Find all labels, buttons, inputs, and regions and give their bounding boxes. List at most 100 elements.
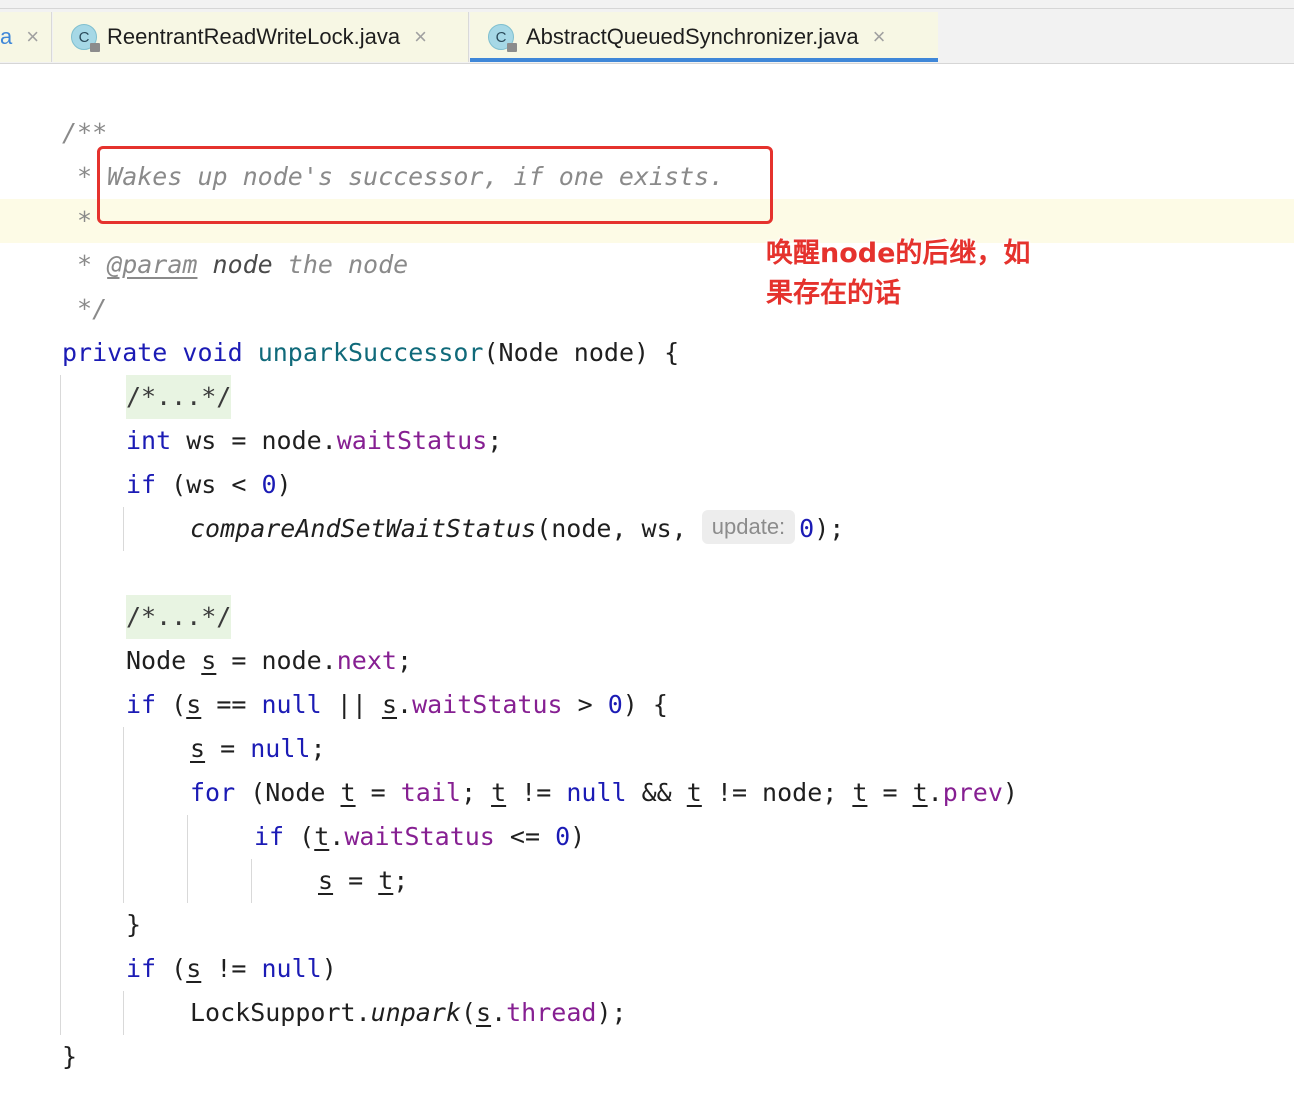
code-text: != node;: [701, 778, 853, 807]
field: waitStatus: [344, 822, 495, 851]
field: tail: [400, 778, 461, 807]
code-text: LockSupport.: [190, 998, 371, 1027]
tab-label: AbstractQueuedSynchronizer.java: [526, 24, 859, 49]
code-text: ): [276, 470, 292, 499]
code-text: ==: [201, 690, 262, 719]
active-tab-indicator: [470, 58, 938, 62]
code-line-unpark: LockSupport.unpark(s.thread);: [190, 991, 627, 1035]
method-name: unparkSuccessor: [257, 338, 484, 367]
tab-bar-top-divider: [0, 8, 1294, 9]
variable: t: [686, 778, 702, 807]
keyword: if: [126, 470, 157, 499]
variable: t: [912, 778, 928, 807]
indent-guide: [123, 727, 124, 903]
close-icon[interactable]: ×: [26, 24, 39, 50]
code-line-if-s-not-null: if (s != null): [126, 947, 337, 991]
class-icon-letter: C: [78, 28, 90, 46]
field: waitStatus: [336, 426, 488, 455]
code-text: &&: [626, 778, 687, 807]
method-call: unpark: [370, 998, 461, 1027]
lock-icon: [507, 43, 517, 52]
code-text: =: [205, 734, 251, 763]
code-text: =: [333, 866, 379, 895]
folded-comment-line: /*...*/: [126, 595, 232, 639]
code-line-s-t: s = t;: [318, 859, 408, 903]
code-text: ;: [393, 866, 409, 895]
javadoc-blank-line: *: [62, 206, 93, 235]
code-text: (node, ws,: [536, 514, 702, 543]
code-line-if-t: if (t.waitStatus <= 0): [254, 815, 585, 859]
method-call: compareAndSetWaitStatus: [190, 514, 537, 543]
code-text: );: [596, 998, 627, 1027]
code-text: ;: [310, 734, 326, 763]
java-class-icon: C: [488, 24, 517, 52]
lock-icon: [90, 43, 100, 52]
code-text: <=: [494, 822, 556, 851]
close-icon[interactable]: ×: [873, 24, 886, 50]
code-text: ) {: [622, 690, 668, 719]
number-literal: 0: [607, 690, 623, 719]
keyword: if: [254, 822, 285, 851]
tab-partial[interactable]: a ×: [0, 12, 52, 62]
keyword: null: [250, 734, 311, 763]
tab-abstract-queued-synchronizer[interactable]: C AbstractQueuedSynchronizer.java ×: [470, 12, 938, 62]
keyword: if: [126, 690, 157, 719]
variable: s: [190, 734, 206, 763]
number-literal: 0: [261, 470, 277, 499]
close-icon[interactable]: ×: [414, 24, 427, 50]
annotation-highlight-box: [97, 146, 773, 224]
indent-guide: [187, 815, 188, 903]
code-line-int-ws: int ws = node.waitStatus;: [126, 419, 502, 463]
keyword: private: [62, 338, 168, 367]
code-text: =: [867, 778, 913, 807]
field: prev: [942, 778, 1003, 807]
method-signature: private void unparkSuccessor(Node node) …: [62, 331, 679, 375]
code-line-if-s-null: if (s == null || s.waitStatus > 0) {: [126, 683, 668, 727]
keyword: if: [126, 954, 157, 983]
code-text: =: [355, 778, 401, 807]
indent-guide: [123, 507, 124, 551]
code-line-cas: compareAndSetWaitStatus(node, ws, update…: [190, 507, 844, 551]
closing-brace: }: [126, 910, 142, 939]
keyword: null: [261, 954, 322, 983]
variable: s: [186, 954, 202, 983]
code-text: .: [927, 778, 943, 807]
folded-comment-line: /*...*/: [126, 375, 232, 419]
code-text: (ws <: [156, 470, 262, 499]
code-text: ): [570, 822, 586, 851]
variable: s: [476, 998, 492, 1027]
variable: t: [314, 822, 330, 851]
folded-comment[interactable]: /*...*/: [126, 595, 232, 639]
java-class-icon: C: [71, 24, 100, 52]
code-text: (: [156, 690, 187, 719]
code-text: ): [1002, 778, 1018, 807]
variable: t: [378, 866, 394, 895]
code-text: ): [321, 954, 337, 983]
field: waitStatus: [412, 690, 563, 719]
javadoc-star: *: [62, 250, 108, 279]
folded-comment[interactable]: /*...*/: [126, 375, 232, 419]
code-text: ||: [321, 690, 382, 719]
code-text: .: [397, 690, 413, 719]
javadoc-param-tag: @param: [107, 250, 198, 279]
code-text: >: [562, 690, 608, 719]
field: thread: [506, 998, 597, 1027]
code-line-if-ws: if (ws < 0): [126, 463, 292, 507]
code-text: );: [814, 514, 845, 543]
variable: s: [186, 690, 202, 719]
code-text: ;: [396, 646, 413, 675]
code-text: ws = node.: [171, 426, 337, 455]
editor-tab-bar: a × C ReentrantReadWriteLock.java × C Ab…: [0, 0, 1294, 64]
indent-guide: [123, 991, 124, 1035]
keyword: for: [190, 778, 236, 807]
class-icon-letter: C: [495, 28, 507, 46]
javadoc-param-line: * @param node the node: [62, 243, 408, 287]
tab-reentrant-read-write-lock[interactable]: C ReentrantReadWriteLock.java ×: [53, 12, 469, 62]
code-text: (: [156, 954, 187, 983]
keyword: void: [182, 338, 243, 367]
keyword: null: [566, 778, 627, 807]
code-text: (Node: [235, 778, 341, 807]
code-text: ;: [460, 778, 492, 807]
variable: t: [491, 778, 507, 807]
code-text: !=: [506, 778, 567, 807]
